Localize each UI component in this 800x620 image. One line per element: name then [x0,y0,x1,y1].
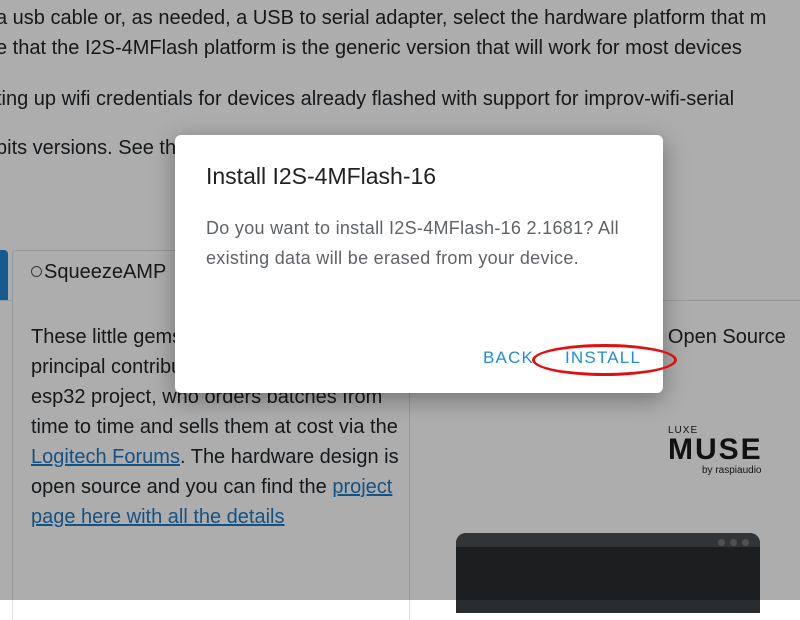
dialog-title: Install I2S-4MFlash-16 [206,163,437,189]
install-dialog: Install I2S-4MFlash-16 Do you want to in… [175,135,677,393]
back-button[interactable]: BACK [483,348,534,368]
dialog-message: Do you want to install I2S-4MFlash-16 2.… [206,218,619,268]
page: a usb cable or, as needed, a USB to seri… [0,0,800,620]
install-button[interactable]: INSTALL [565,348,641,368]
